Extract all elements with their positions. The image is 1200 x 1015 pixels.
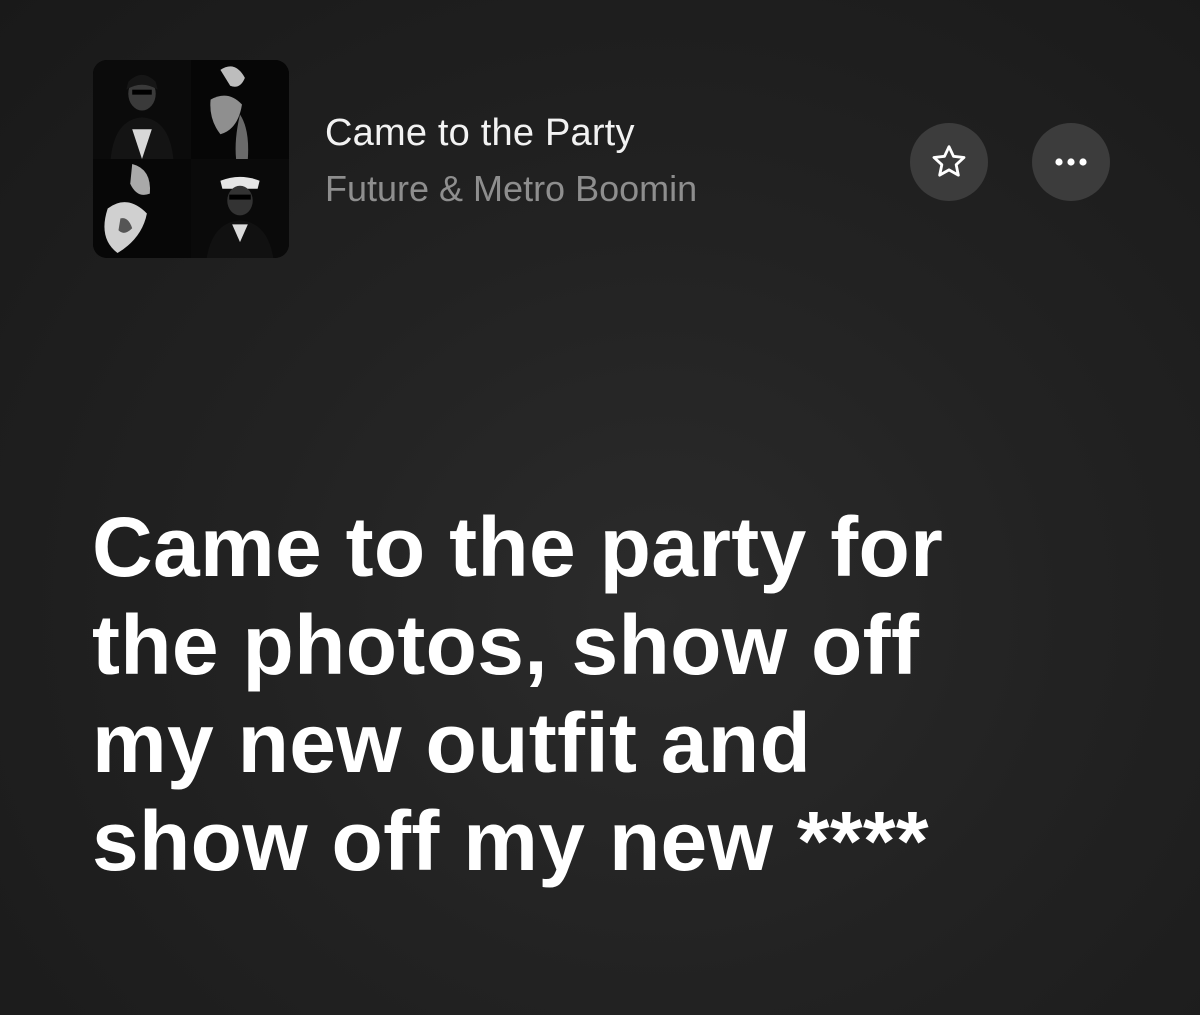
lyric-line[interactable]: show off my new **** <box>92 792 1112 890</box>
current-lyric: Came to the party for the photos, show o… <box>92 498 1112 890</box>
now-playing-header: Came to the Party Future & Metro Boomin <box>93 60 1123 260</box>
lyric-line[interactable]: Came to the party for <box>92 498 1112 596</box>
artwork-tile-abstract-2 <box>93 159 191 258</box>
more-options-button[interactable] <box>1032 123 1110 201</box>
lyric-line[interactable]: my new outfit and <box>92 694 1112 792</box>
favorite-button[interactable] <box>910 123 988 201</box>
ellipsis-icon <box>1055 158 1087 166</box>
lyric-line[interactable]: the photos, show off <box>92 596 1112 694</box>
artwork-tile-portrait-2 <box>191 159 289 258</box>
track-artist[interactable]: Future & Metro Boomin <box>325 168 697 210</box>
artwork-tile-abstract-1 <box>191 60 289 159</box>
artwork-tile-portrait-1 <box>93 60 191 159</box>
star-icon <box>932 145 966 177</box>
album-artwork[interactable] <box>93 60 289 258</box>
track-title[interactable]: Came to the Party <box>325 112 635 155</box>
